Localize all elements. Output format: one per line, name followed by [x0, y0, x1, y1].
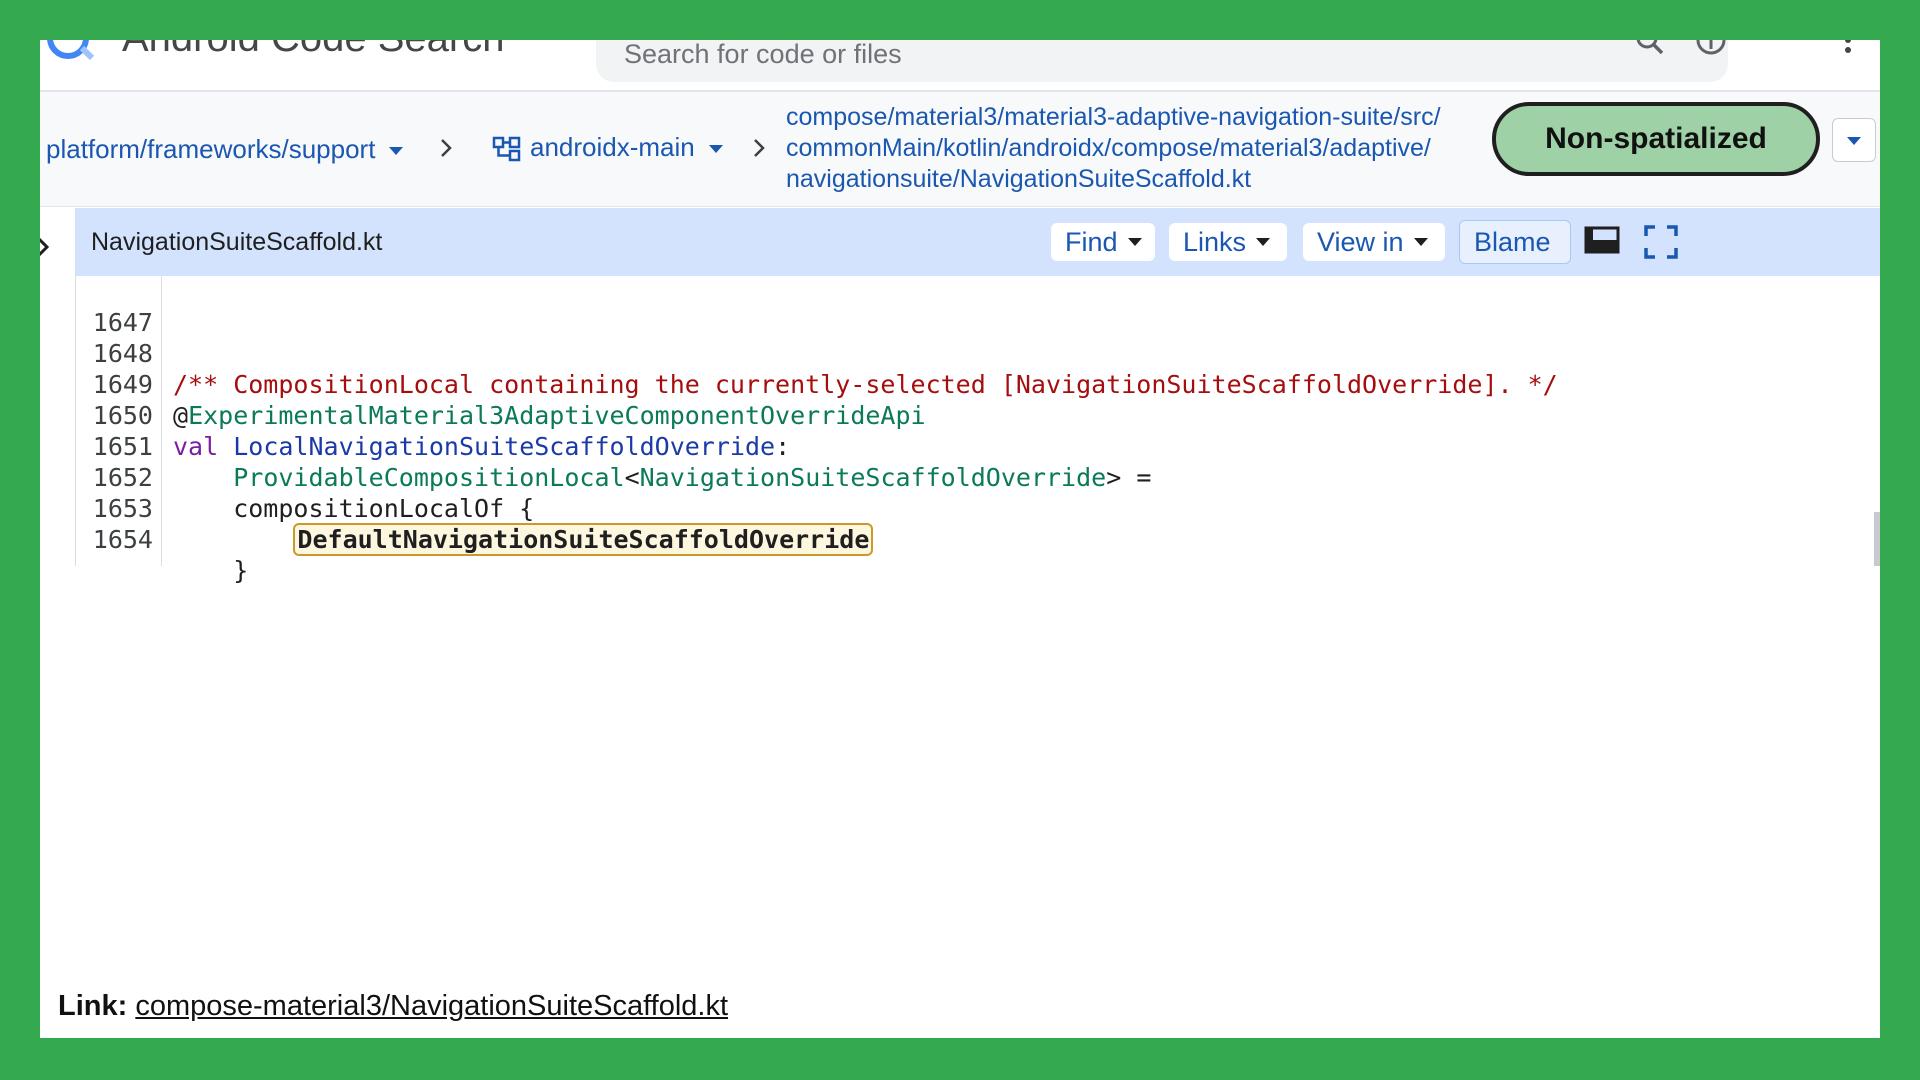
- links-button[interactable]: Links: [1169, 223, 1287, 261]
- code-line: 1649 @ExperimentalMaterial3AdaptiveCompo…: [75, 338, 1880, 430]
- footer-link-caption: Link: compose-material3/NavigationSuiteS…: [58, 990, 728, 1023]
- find-button[interactable]: Find: [1051, 223, 1155, 261]
- fullscreen-icon[interactable]: [1643, 224, 1679, 260]
- chevron-down-icon: [389, 147, 404, 156]
- path-segment[interactable]: navigationsuite: [786, 165, 953, 193]
- app-title[interactable]: Android Code Search: [122, 40, 504, 61]
- repo-name: platform/frameworks/support: [46, 134, 376, 164]
- blame-button[interactable]: Blame: [1459, 220, 1571, 264]
- scrollbar-thumb[interactable]: [1874, 512, 1880, 566]
- search-box[interactable]: [596, 40, 1728, 82]
- links-label: Links: [1183, 226, 1247, 257]
- view-in-button[interactable]: View in: [1303, 223, 1445, 261]
- path-segment[interactable]: androidx: [1008, 134, 1104, 162]
- chevron-down-icon: [1413, 238, 1428, 246]
- file-link[interactable]: compose-material3/NavigationSuiteScaffol…: [135, 990, 728, 1022]
- highlighted-symbol[interactable]: DefaultNavigationSuiteScaffoldOverride: [293, 523, 874, 556]
- repo-selector[interactable]: platform/frameworks/support: [46, 134, 404, 165]
- code-line: 1647: [75, 276, 1880, 337]
- branch-selector[interactable]: androidx-main: [492, 132, 723, 163]
- path-segment[interactable]: material3: [894, 103, 997, 131]
- chevron-down-icon: [1256, 238, 1271, 246]
- expand-panel-icon[interactable]: [40, 236, 50, 258]
- non-spatialized-badge: Non-spatialized: [1492, 102, 1820, 176]
- line-number[interactable]: 1654: [75, 524, 153, 555]
- code-view[interactable]: 1647 1648 /** CompositionLocal containin…: [75, 276, 1880, 585]
- search-input[interactable]: [624, 40, 1524, 72]
- chevron-down-icon: [708, 145, 723, 154]
- branch-icon: [492, 136, 521, 162]
- code-text: DefaultNavigationSuiteScaffoldOverride: [173, 523, 874, 556]
- code-line: 1653 DefaultNavigationSuiteScaffoldOverr…: [75, 462, 1880, 556]
- path-segment[interactable]: commonMain: [786, 134, 936, 162]
- options-dropdown[interactable]: [1832, 118, 1876, 162]
- top-header: Android Code Search: [40, 40, 1880, 92]
- layout-toggle-icon[interactable]: [1583, 224, 1623, 260]
- branch-name: androidx-main: [530, 132, 695, 162]
- app-frame: Android Code Search platform/frameworks/…: [40, 40, 1880, 1038]
- search-icon[interactable]: [1634, 40, 1666, 64]
- chevron-right-icon: [441, 139, 452, 157]
- chevron-right-icon: [754, 139, 765, 157]
- code-search-logo-icon[interactable]: [42, 40, 100, 76]
- file-header: NavigationSuiteScaffold.kt Find Links Vi…: [75, 208, 1880, 276]
- code-line: 1652 compositionLocalOf {: [75, 431, 1880, 523]
- code-line: 1648 /** CompositionLocal containing the…: [75, 307, 1880, 399]
- file-name: NavigationSuiteScaffold.kt: [91, 228, 383, 256]
- code-line: 1651 ProvidableCompositionLocal<Navigati…: [75, 400, 1880, 492]
- footer-label: Link:: [58, 990, 128, 1022]
- path-segment[interactable]: src: [1400, 103, 1433, 131]
- path-segment[interactable]: material3: [1220, 134, 1323, 162]
- chevron-down-icon: [1127, 238, 1142, 246]
- more-vert-icon[interactable]: [1842, 40, 1854, 74]
- file-path-breadcrumb: compose/material3/material3-adaptive-nav…: [786, 103, 1441, 193]
- info-icon[interactable]: [1694, 40, 1728, 66]
- path-segment[interactable]: kotlin: [943, 134, 1001, 162]
- breadcrumb-bar: platform/frameworks/support androidx-mai…: [40, 92, 1880, 207]
- path-segment[interactable]: compose: [1111, 134, 1212, 162]
- find-label: Find: [1065, 226, 1118, 257]
- view-in-label: View in: [1317, 226, 1404, 257]
- code-text: }: [173, 556, 249, 585]
- path-segment[interactable]: adaptive: [1329, 134, 1424, 162]
- code-line: 1654 }: [75, 493, 1880, 585]
- path-segment[interactable]: NavigationSuiteScaffold.kt: [960, 165, 1251, 193]
- path-segment[interactable]: material3-adaptive-navigation-suite: [1004, 103, 1393, 131]
- path-segment[interactable]: compose: [786, 103, 887, 131]
- code-line: 1650 val LocalNavigationSuiteScaffoldOve…: [75, 369, 1880, 461]
